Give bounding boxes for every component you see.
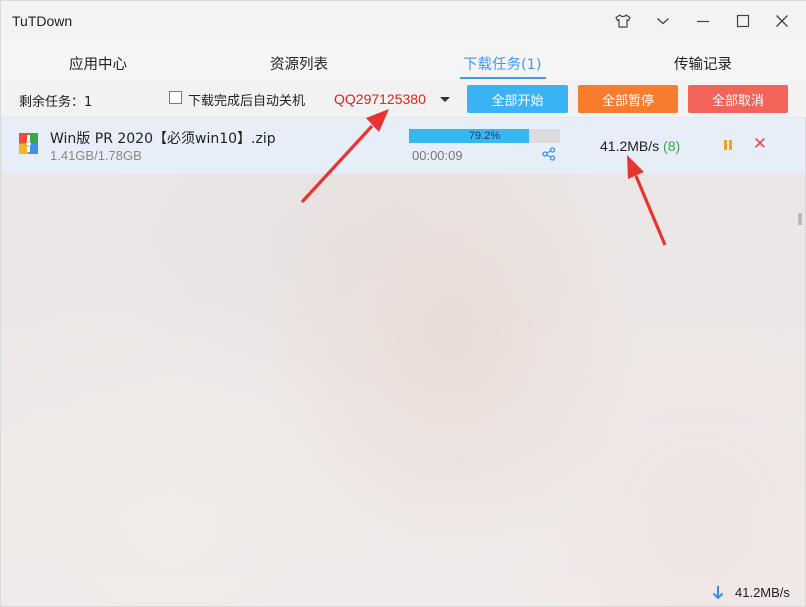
close-icon[interactable] — [769, 9, 795, 33]
connection-count: (8) — [663, 138, 681, 154]
pause-all-button[interactable]: 全部暂停 — [578, 85, 678, 113]
task-row[interactable]: Win版 PR 2020【必须win10】.zip 1.41GB/1.78GB … — [2, 118, 805, 174]
start-all-button[interactable]: 全部开始 — [467, 85, 568, 113]
pause-icon[interactable] — [722, 138, 734, 152]
qq-dropdown-value: QQ297125380 — [334, 91, 426, 107]
cancel-icon[interactable]: ✕ — [752, 136, 768, 153]
remaining-tasks: 剩余任务：1 — [19, 95, 93, 110]
tab-bar: 应用中心 资源列表 下载任务(1) 传输记录 — [1, 41, 806, 81]
download-arrow-icon — [712, 586, 724, 600]
elapsed-time: 00:00:09 — [412, 148, 463, 163]
cancel-all-button[interactable]: 全部取消 — [688, 85, 788, 113]
total-speed: 41.2MB/s — [735, 585, 790, 600]
archive-file-icon — [19, 133, 38, 154]
chevron-down-icon[interactable] — [650, 9, 676, 33]
scrollbar-thumb[interactable] — [798, 213, 802, 225]
speed-value: 41.2MB/s — [600, 138, 660, 154]
progress-bar: 79.2% — [409, 129, 560, 143]
qq-dropdown[interactable]: QQ297125380 — [328, 85, 458, 113]
tab-transfer-records[interactable]: 传输记录 — [674, 53, 732, 74]
download-speed: 41.2MB/s (8) — [600, 138, 680, 154]
tab-app-center[interactable]: 应用中心 — [69, 53, 127, 74]
status-bar: 41.2MB/s — [1, 578, 806, 607]
app-title: TuTDown — [12, 13, 73, 29]
file-size: 1.41GB/1.78GB — [50, 148, 142, 163]
auto-shutdown-label[interactable]: 下载完成后自动关机 — [188, 90, 305, 109]
caret-down-icon — [440, 97, 450, 102]
tab-download-tasks[interactable]: 下载任务(1) — [463, 53, 542, 74]
file-name: Win版 PR 2020【必须win10】.zip — [50, 131, 276, 147]
toolbar: 剩余任务：1 下载完成后自动关机 QQ297125380 全部开始 全部暂停 全… — [1, 81, 806, 117]
minimize-icon[interactable] — [690, 9, 716, 33]
title-bar: TuTDown — [1, 1, 806, 41]
annotation-arrow-speed — [634, 175, 667, 246]
active-tab-indicator — [460, 77, 546, 79]
maximize-icon[interactable] — [730, 9, 756, 33]
progress-percent: 79.2% — [468, 130, 501, 142]
shirt-icon[interactable] — [610, 9, 636, 33]
auto-shutdown-checkbox[interactable] — [169, 91, 182, 104]
share-icon[interactable] — [542, 147, 556, 161]
app-window: TuTDown 应用中心 资源列表 下载任务(1) 传输记录 剩余任务：1 下载… — [0, 0, 806, 607]
tab-resource-list[interactable]: 资源列表 — [270, 53, 328, 74]
